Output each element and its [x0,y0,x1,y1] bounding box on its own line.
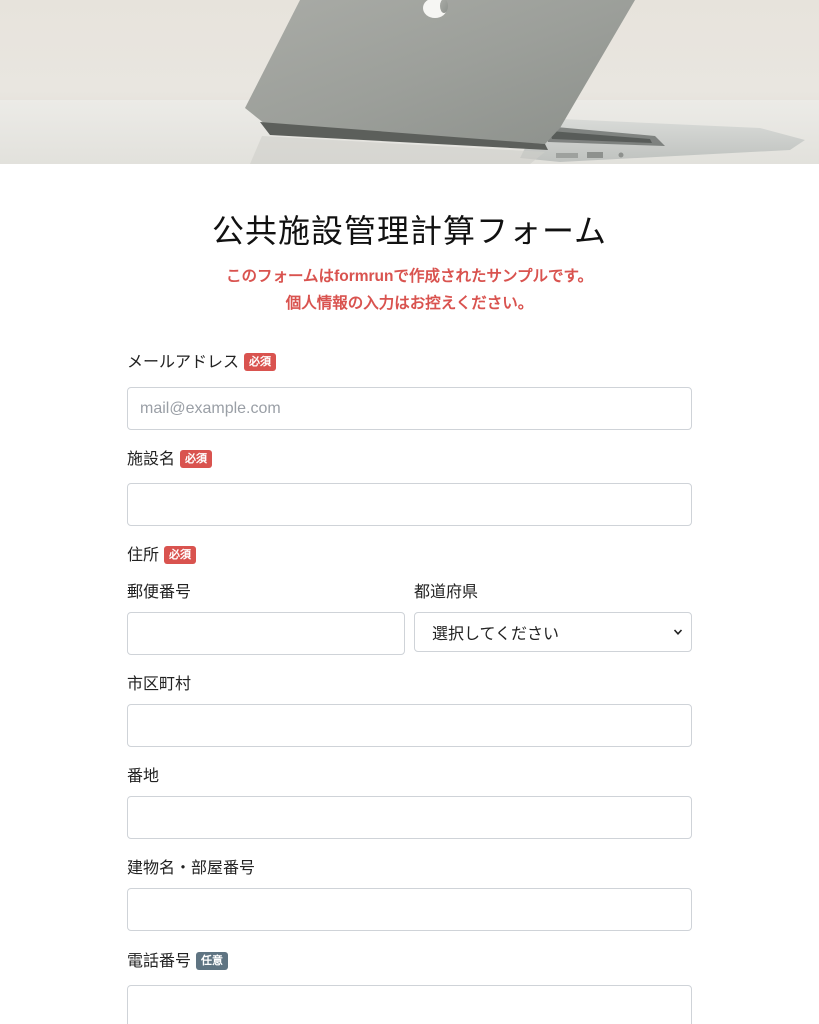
phone-label: 電話番号 任意 [127,950,229,972]
postal-code-label: 郵便番号 [127,582,192,601]
phone-field[interactable] [127,985,692,1024]
facility-name-label: 施設名 必須 [127,448,213,470]
prefecture-select[interactable]: 選択してください [414,612,692,652]
street-field[interactable] [127,796,692,839]
city-label: 市区町村 [127,674,192,693]
sample-notice-line1: このフォームはformrunで作成されたサンプルです。 [226,267,593,285]
building-label: 建物名・部屋番号 [127,858,256,877]
chevron-down-icon [673,629,683,635]
optional-badge: 任意 [196,952,229,970]
facility-name-field[interactable] [127,483,692,526]
building-field[interactable] [127,888,692,931]
required-badge: 必須 [244,353,277,371]
required-badge: 必須 [164,546,197,564]
formrun-brand: formrun [334,268,394,285]
postal-code-field[interactable] [127,612,405,655]
prefecture-label: 都道府県 [414,582,479,601]
street-label: 番地 [127,766,160,785]
form-page: 公共施設管理計算フォーム このフォームはformrunで作成されたサンプルです。… [0,0,819,1024]
address-label: 住所 必須 [127,544,197,566]
required-badge: 必須 [180,450,213,468]
city-field[interactable] [127,704,692,747]
email-field[interactable] [127,387,692,430]
prefecture-selected-value: 選択してください [432,624,560,643]
sample-notice-line2: 個人情報の入力はお控えください。 [285,294,534,312]
form-title: 公共施設管理計算フォーム [211,212,608,250]
email-label: メールアドレス 必須 [127,351,277,373]
header-image [0,0,819,164]
